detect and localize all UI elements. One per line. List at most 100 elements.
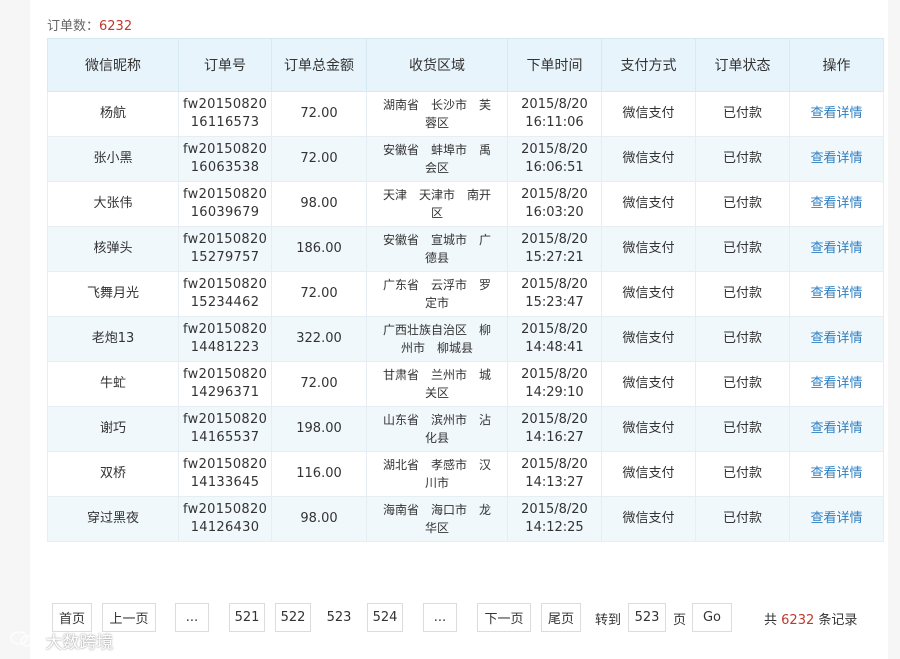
view-details-link[interactable]: 查看详情: [810, 196, 862, 211]
action-cell: 查看详情: [789, 316, 884, 362]
watermark-text: 大数跨境: [45, 633, 114, 653]
order-time: 16:11:06: [525, 115, 584, 130]
payment-method: 微信支付: [622, 376, 675, 391]
order-status: 已付款: [722, 331, 762, 346]
view-details-link[interactable]: 查看详情: [810, 466, 862, 481]
total-suffix: 条记录: [818, 613, 858, 628]
region-line1: 海南省 海口市 龙: [382, 503, 491, 517]
payment-cell: 微信支付: [601, 406, 696, 452]
action-cell: 查看详情: [789, 271, 884, 317]
status-cell: 已付款: [695, 451, 790, 497]
nickname: 核弹头: [93, 241, 133, 256]
order-time-cell: 2015/8/20 15:23:47: [507, 271, 602, 317]
order-time: 16:03:20: [525, 205, 584, 220]
view-details-link[interactable]: 查看详情: [810, 331, 862, 346]
table-row: 飞舞月光 fw20150820 15234462 72.00 广东省 云浮市 罗定市 20…: [47, 271, 884, 317]
nickname-cell: 双桥: [47, 451, 179, 497]
action-cell: 查看详情: [789, 406, 884, 452]
nickname: 大张伟: [93, 196, 133, 211]
last-page-button[interactable]: 尾页: [541, 603, 581, 632]
order-date: 2015/8/20: [521, 97, 588, 112]
nickname-cell: 牛虻: [47, 361, 179, 407]
region-line2: 蓉区: [424, 116, 449, 130]
nickname-cell: 张小黑: [47, 136, 179, 182]
page-521-button[interactable]: 521: [229, 603, 265, 632]
table-row: 大张伟 fw20150820 16039679 98.00 天津 天津市 南开区 2015…: [47, 181, 884, 227]
view-details-link[interactable]: 查看详情: [810, 421, 862, 436]
col-header-amount: 订单总金额: [271, 38, 367, 92]
region-cell: 广东省 云浮市 罗定市: [366, 271, 508, 317]
total-prefix: 共: [764, 613, 778, 628]
order-date: 2015/8/20: [521, 457, 588, 472]
order-count-value: 6232: [99, 19, 133, 34]
view-details-link[interactable]: 查看详情: [810, 241, 862, 256]
order-time-cell: 2015/8/20 16:11:06: [507, 91, 602, 137]
go-button[interactable]: Go: [692, 603, 732, 632]
region-line1: 广东省 云浮市 罗: [382, 278, 491, 292]
goto-label: 转到: [595, 613, 622, 628]
total-records: 共 6232 条记录: [764, 609, 857, 628]
view-details-link[interactable]: 查看详情: [810, 286, 862, 301]
region-line2: 定市: [424, 296, 449, 310]
view-details-link[interactable]: 查看详情: [810, 511, 862, 526]
order-no-line1: fw20150820: [183, 322, 268, 337]
order-no-line1: fw20150820: [183, 232, 268, 247]
order-no-cell: fw20150820 14296371: [178, 361, 272, 407]
status-cell: 已付款: [695, 271, 790, 317]
order-time: 14:12:25: [525, 520, 584, 535]
amount: 72.00: [300, 106, 338, 121]
region-cell: 山东省 滨州市 沾化县: [366, 406, 508, 452]
amount-cell: 322.00: [271, 316, 367, 362]
page-524-button[interactable]: 524: [367, 603, 403, 632]
region-line1: 天津 天津市 南开: [382, 188, 491, 202]
status-cell: 已付款: [695, 406, 790, 452]
payment-method: 微信支付: [622, 511, 675, 526]
region-line1: 安徽省 宣城市 广: [382, 233, 491, 247]
order-status: 已付款: [722, 286, 762, 301]
order-no-line1: fw20150820: [183, 142, 268, 157]
order-no-line1: fw20150820: [183, 457, 268, 472]
region-cell: 广西壮族自治区 柳州市 柳城县: [366, 316, 508, 362]
region-line2: 化县: [424, 431, 449, 445]
goto-page-input[interactable]: 523: [628, 603, 666, 632]
ellipsis-right-button[interactable]: ...: [423, 603, 457, 632]
payment-cell: 微信支付: [601, 136, 696, 182]
page-522-button[interactable]: 522: [275, 603, 311, 632]
table-row: 老炮13 fw20150820 14481223 322.00 广西壮族自治区 柳州市 …: [47, 316, 884, 362]
view-details-link[interactable]: 查看详情: [810, 376, 862, 391]
ellipsis-left-button[interactable]: ...: [175, 603, 209, 632]
table-header-row: 微信昵称 订单号 订单总金额 收货区域 下单时间 支付方式 订单状态 操作: [47, 38, 884, 92]
action-cell: 查看详情: [789, 451, 884, 497]
col-header-order-no: 订单号: [178, 38, 272, 92]
order-no-cell: fw20150820 14126430: [178, 496, 272, 542]
status-cell: 已付款: [695, 361, 790, 407]
payment-method: 微信支付: [622, 466, 675, 481]
col-header-order-time: 下单时间: [507, 38, 602, 92]
amount-cell: 72.00: [271, 361, 367, 407]
nickname-cell: 飞舞月光: [47, 271, 179, 317]
order-no-line2: 16116573: [190, 115, 260, 130]
order-status: 已付款: [722, 421, 762, 436]
order-time: 14:13:27: [525, 475, 584, 490]
region-line1: 广西壮族自治区 柳: [382, 323, 491, 337]
order-no-cell: fw20150820 16116573: [178, 91, 272, 137]
view-details-link[interactable]: 查看详情: [810, 151, 862, 166]
next-page-button[interactable]: 下一页: [477, 603, 531, 632]
payment-cell: 微信支付: [601, 181, 696, 227]
region-line1: 湖北省 孝感市 汉: [382, 458, 491, 472]
amount-cell: 116.00: [271, 451, 367, 497]
region-line1: 湖南省 长沙市 芙: [382, 98, 491, 112]
order-no-line2: 14296371: [190, 385, 260, 400]
order-status: 已付款: [722, 376, 762, 391]
view-details-link[interactable]: 查看详情: [810, 106, 862, 121]
col-header-status: 订单状态: [695, 38, 790, 92]
payment-cell: 微信支付: [601, 91, 696, 137]
watermark: 大数跨境: [10, 628, 113, 653]
order-no-line2: 14126430: [190, 520, 260, 535]
payment-method: 微信支付: [622, 106, 675, 121]
order-count-label: 订单数：: [47, 19, 100, 34]
order-status: 已付款: [722, 106, 762, 121]
payment-cell: 微信支付: [601, 316, 696, 362]
region-cell: 甘肃省 兰州市 城关区: [366, 361, 508, 407]
amount: 72.00: [300, 376, 338, 391]
